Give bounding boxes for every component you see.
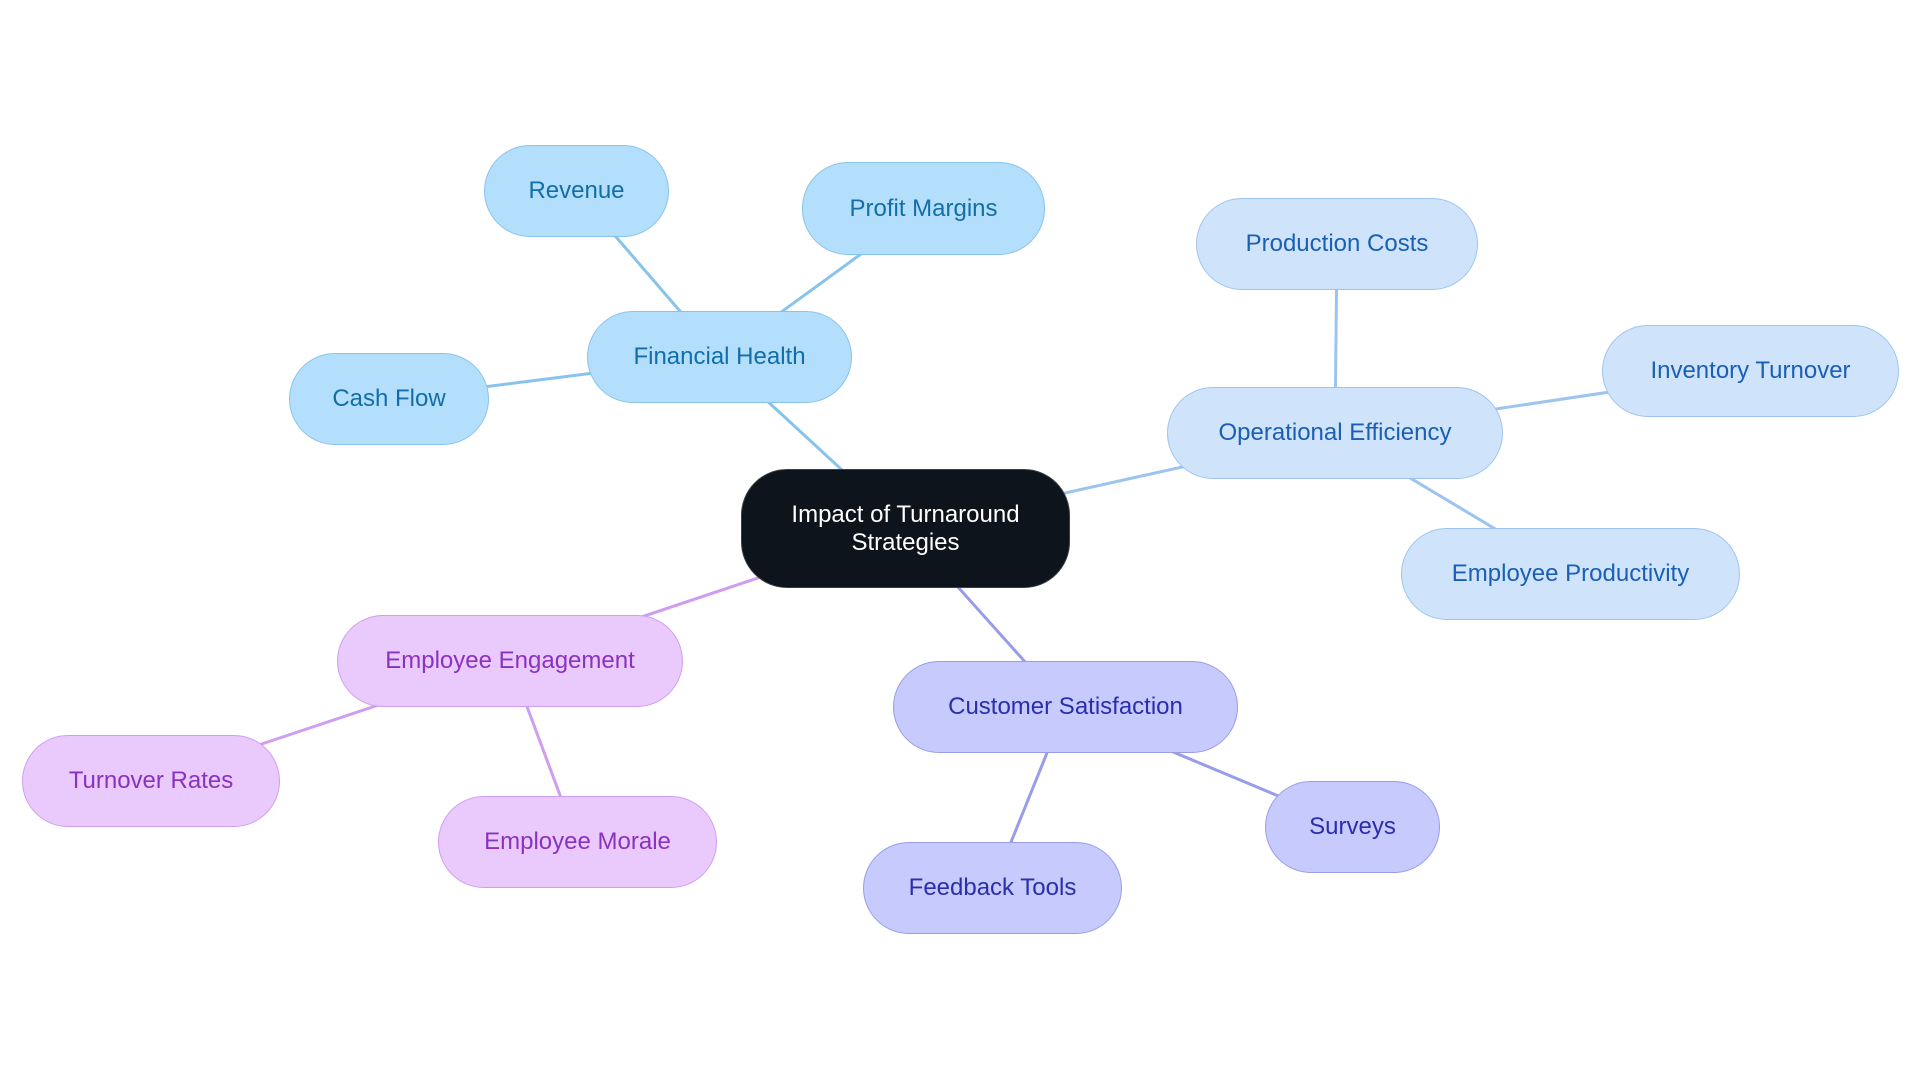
node-employee-productivity[interactable]: Employee Productivity: [1401, 528, 1740, 620]
node-employee-engagement[interactable]: Employee Engagement: [337, 615, 683, 707]
node-production-costs[interactable]: Production Costs: [1196, 198, 1478, 290]
node-cash-flow[interactable]: Cash Flow: [289, 353, 489, 445]
node-surveys[interactable]: Surveys: [1265, 781, 1440, 873]
node-profit-margins[interactable]: Profit Margins: [802, 162, 1045, 255]
node-financial-health[interactable]: Financial Health: [587, 311, 852, 403]
node-customer-satisfaction[interactable]: Customer Satisfaction: [893, 661, 1238, 753]
node-feedback-tools[interactable]: Feedback Tools: [863, 842, 1122, 934]
mindmap-canvas: Impact of Turnaround Strategies Financia…: [0, 0, 1920, 1083]
node-inventory-turnover[interactable]: Inventory Turnover: [1602, 325, 1899, 417]
root-node[interactable]: Impact of Turnaround Strategies: [741, 469, 1070, 588]
node-revenue[interactable]: Revenue: [484, 145, 669, 237]
node-employee-morale[interactable]: Employee Morale: [438, 796, 717, 888]
node-operational-efficiency[interactable]: Operational Efficiency: [1167, 387, 1503, 479]
node-turnover-rates[interactable]: Turnover Rates: [22, 735, 280, 827]
